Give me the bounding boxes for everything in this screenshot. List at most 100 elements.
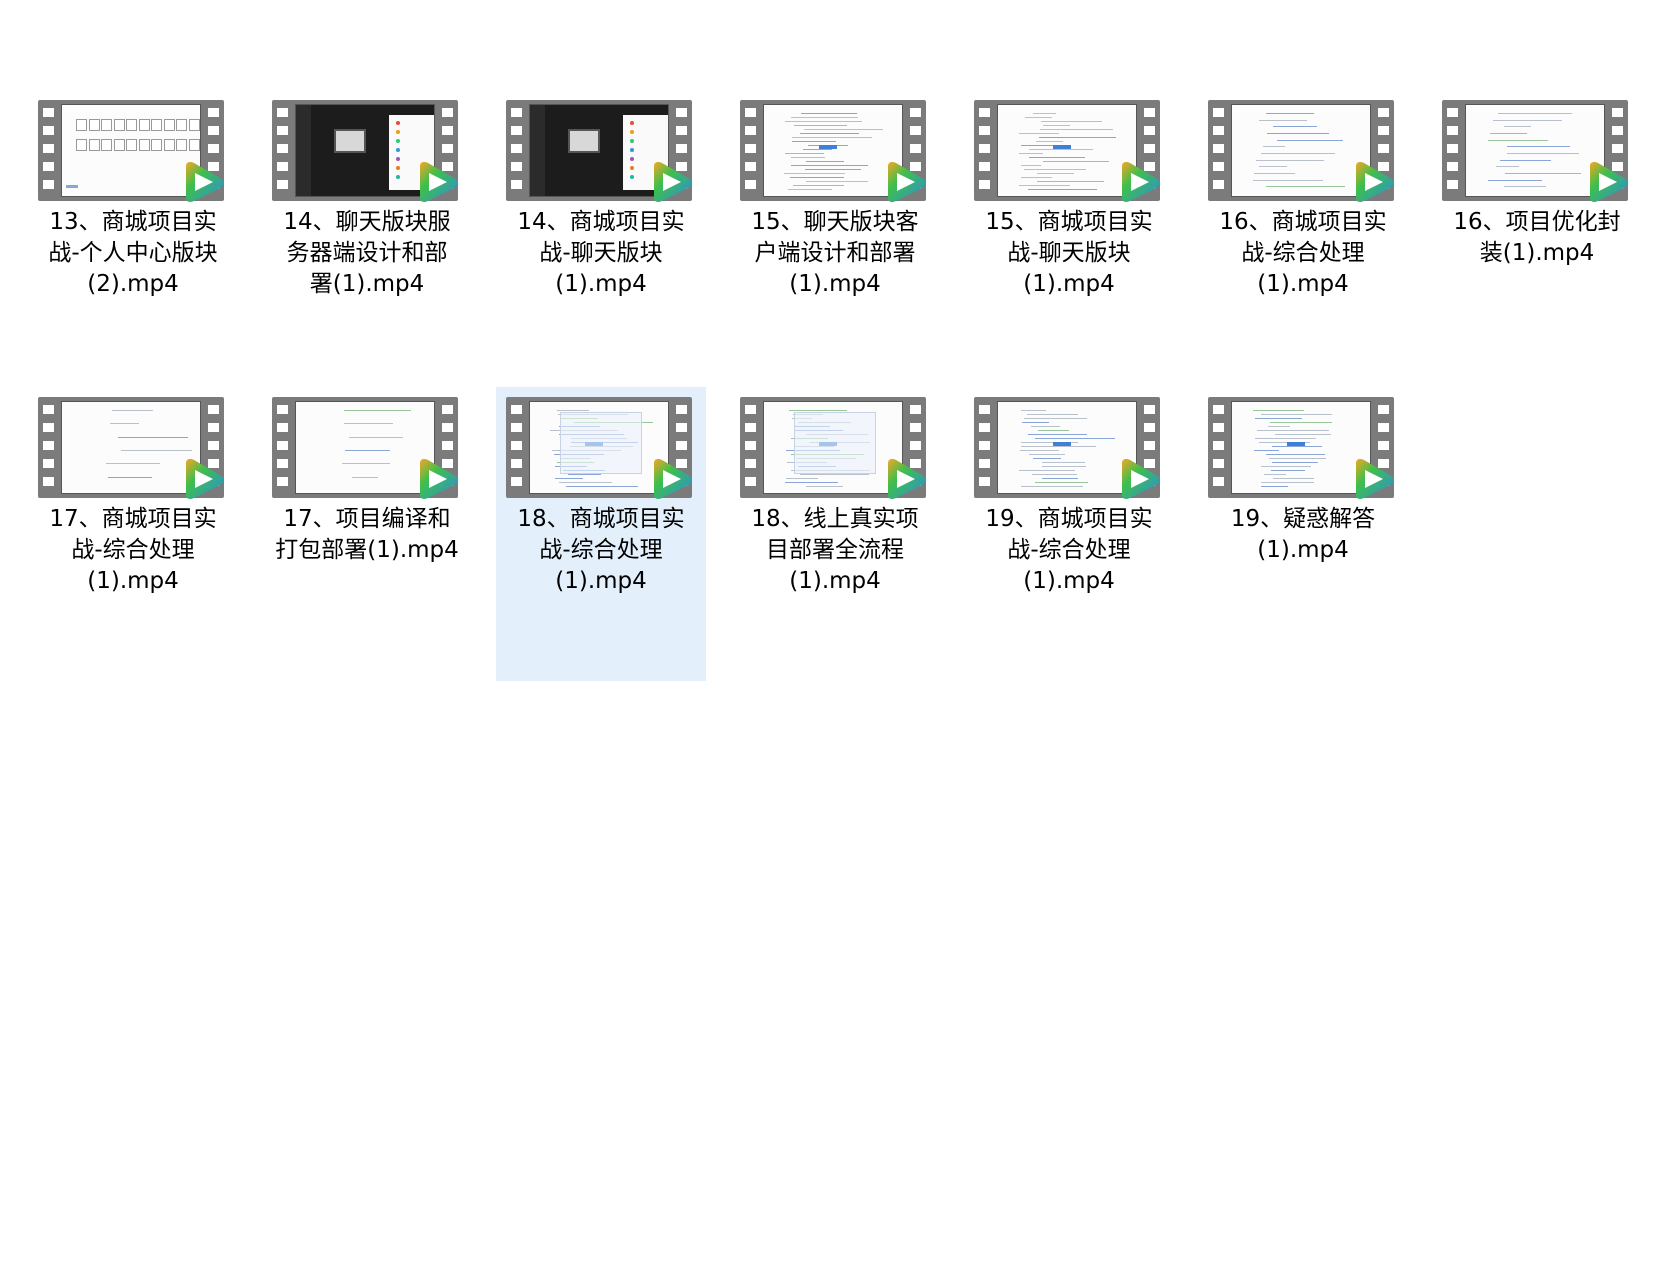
file-item[interactable]: 18、线上真实项 目部署全流程 (1).mp4 bbox=[730, 387, 940, 681]
film-sprocket bbox=[745, 108, 756, 117]
play-badge-icon bbox=[888, 459, 926, 499]
file-name-label: 16、项目优化封 装(1).mp4 bbox=[1432, 207, 1642, 269]
file-item[interactable]: 19、疑惑解答 (1).mp4 bbox=[1198, 387, 1408, 681]
film-sprocket bbox=[979, 126, 990, 135]
file-name-line: 19、商城项目实 bbox=[985, 506, 1153, 532]
film-sprocket bbox=[511, 405, 522, 414]
film-sprocket bbox=[277, 477, 288, 486]
file-name-line: (1).mp4 bbox=[555, 271, 647, 297]
file-item[interactable]: 14、聊天版块服 务器端设计和部 署(1).mp4 bbox=[262, 90, 472, 384]
file-name-line: 打包部署(1).mp4 bbox=[275, 537, 459, 563]
film-sprocket bbox=[43, 162, 54, 171]
film-sprocket bbox=[745, 126, 756, 135]
film-sprocket bbox=[745, 162, 756, 171]
film-sprocket bbox=[1378, 423, 1389, 432]
file-name-label: 13、商城项目实 战-个人中心版块 (2).mp4 bbox=[28, 207, 238, 300]
file-name-line: 战-综合处理 bbox=[71, 537, 195, 563]
film-sprocket bbox=[1213, 126, 1224, 135]
play-badge-icon bbox=[1590, 162, 1628, 202]
file-name-line: (1).mp4 bbox=[789, 271, 881, 297]
video-file-icon bbox=[272, 397, 458, 500]
film-sprocket bbox=[442, 405, 453, 414]
file-name-label: 15、聊天版块客 户端设计和部署 (1).mp4 bbox=[730, 207, 940, 300]
film-sprocket bbox=[1213, 459, 1224, 468]
film-sprocket bbox=[745, 180, 756, 189]
file-item[interactable]: 18、商城项目实 战-综合处理 (1).mp4 bbox=[496, 387, 706, 681]
film-sprocket bbox=[511, 423, 522, 432]
film-sprocket bbox=[43, 126, 54, 135]
film-sprocket bbox=[1612, 126, 1623, 135]
film-sprocket bbox=[277, 459, 288, 468]
play-badge-icon bbox=[654, 162, 692, 202]
film-sprocket bbox=[910, 126, 921, 135]
file-item[interactable]: 14、商城项目实 战-聊天版块 (1).mp4 bbox=[496, 90, 706, 384]
file-name-line: 16、商城项目实 bbox=[1219, 209, 1387, 235]
film-sprocket bbox=[1447, 180, 1458, 189]
file-item[interactable]: 13、商城项目实 战-个人中心版块 (2).mp4 bbox=[28, 90, 238, 384]
film-sprocket bbox=[43, 423, 54, 432]
video-file-icon bbox=[38, 397, 224, 500]
film-sprocket bbox=[442, 144, 453, 153]
film-sprocket bbox=[43, 459, 54, 468]
file-item[interactable]: 15、聊天版块客 户端设计和部署 (1).mp4 bbox=[730, 90, 940, 384]
file-item[interactable]: 17、商城项目实 战-综合处理 (1).mp4 bbox=[28, 387, 238, 681]
film-sprocket bbox=[1213, 144, 1224, 153]
file-name-line: 14、聊天版块服 bbox=[283, 209, 451, 235]
play-badge-icon bbox=[654, 459, 692, 499]
file-name-label: 14、商城项目实 战-聊天版块 (1).mp4 bbox=[496, 207, 706, 300]
film-sprocket bbox=[676, 441, 687, 450]
film-sprocket bbox=[1213, 180, 1224, 189]
film-sprocket bbox=[676, 126, 687, 135]
file-item[interactable]: 17、项目编译和 打包部署(1).mp4 bbox=[262, 387, 472, 681]
film-sprocket bbox=[1378, 441, 1389, 450]
film-sprocket bbox=[1144, 423, 1155, 432]
file-name-line: (1).mp4 bbox=[1023, 271, 1115, 297]
film-sprocket bbox=[442, 441, 453, 450]
film-sprocket bbox=[745, 423, 756, 432]
file-item[interactable]: 16、商城项目实 战-综合处理 (1).mp4 bbox=[1198, 90, 1408, 384]
film-sprocket bbox=[43, 144, 54, 153]
film-sprocket bbox=[745, 144, 756, 153]
film-sprocket bbox=[43, 108, 54, 117]
film-sprocket bbox=[1144, 405, 1155, 414]
file-name-line: (1).mp4 bbox=[1257, 271, 1349, 297]
film-sprocket bbox=[1612, 108, 1623, 117]
film-sprocket bbox=[1213, 108, 1224, 117]
file-name-line: 装(1).mp4 bbox=[1479, 240, 1595, 266]
file-name-line: 14、商城项目实 bbox=[517, 209, 685, 235]
file-item[interactable]: 15、商城项目实 战-聊天版块 (1).mp4 bbox=[964, 90, 1174, 384]
film-sprocket bbox=[979, 477, 990, 486]
film-sprocket bbox=[1378, 405, 1389, 414]
video-file-icon bbox=[38, 100, 224, 203]
file-name-line: 战-综合处理 bbox=[1241, 240, 1365, 266]
file-name-label: 15、商城项目实 战-聊天版块 (1).mp4 bbox=[964, 207, 1174, 300]
video-file-icon bbox=[740, 397, 926, 500]
film-sprocket bbox=[511, 180, 522, 189]
file-name-line: 战-聊天版块 bbox=[1007, 240, 1131, 266]
file-name-line: 战-个人中心版块 bbox=[48, 240, 218, 266]
file-name-line: 户端设计和部署 bbox=[754, 240, 916, 266]
film-sprocket bbox=[676, 405, 687, 414]
film-sprocket bbox=[43, 405, 54, 414]
film-sprocket bbox=[979, 441, 990, 450]
file-item[interactable]: 19、商城项目实 战-综合处理 (1).mp4 bbox=[964, 387, 1174, 681]
file-name-line: (1).mp4 bbox=[1257, 537, 1349, 563]
film-sprocket bbox=[910, 441, 921, 450]
film-sprocket bbox=[1144, 108, 1155, 117]
file-name-label: 18、线上真实项 目部署全流程 (1).mp4 bbox=[730, 504, 940, 597]
film-sprocket bbox=[979, 405, 990, 414]
file-name-line: 17、项目编译和 bbox=[283, 506, 451, 532]
film-sprocket bbox=[676, 423, 687, 432]
file-name-line: 战-综合处理 bbox=[1007, 537, 1131, 563]
file-item[interactable]: 16、项目优化封 装(1).mp4 bbox=[1432, 90, 1642, 384]
film-sprocket bbox=[511, 477, 522, 486]
video-file-icon bbox=[1208, 397, 1394, 500]
film-sprocket bbox=[43, 180, 54, 189]
film-sprocket bbox=[1144, 144, 1155, 153]
file-name-line: 目部署全流程 bbox=[766, 537, 904, 563]
film-sprocket bbox=[277, 405, 288, 414]
film-sprocket bbox=[43, 477, 54, 486]
film-sprocket bbox=[1144, 441, 1155, 450]
video-file-icon bbox=[974, 100, 1160, 203]
file-name-line: 务器端设计和部 bbox=[286, 240, 448, 266]
